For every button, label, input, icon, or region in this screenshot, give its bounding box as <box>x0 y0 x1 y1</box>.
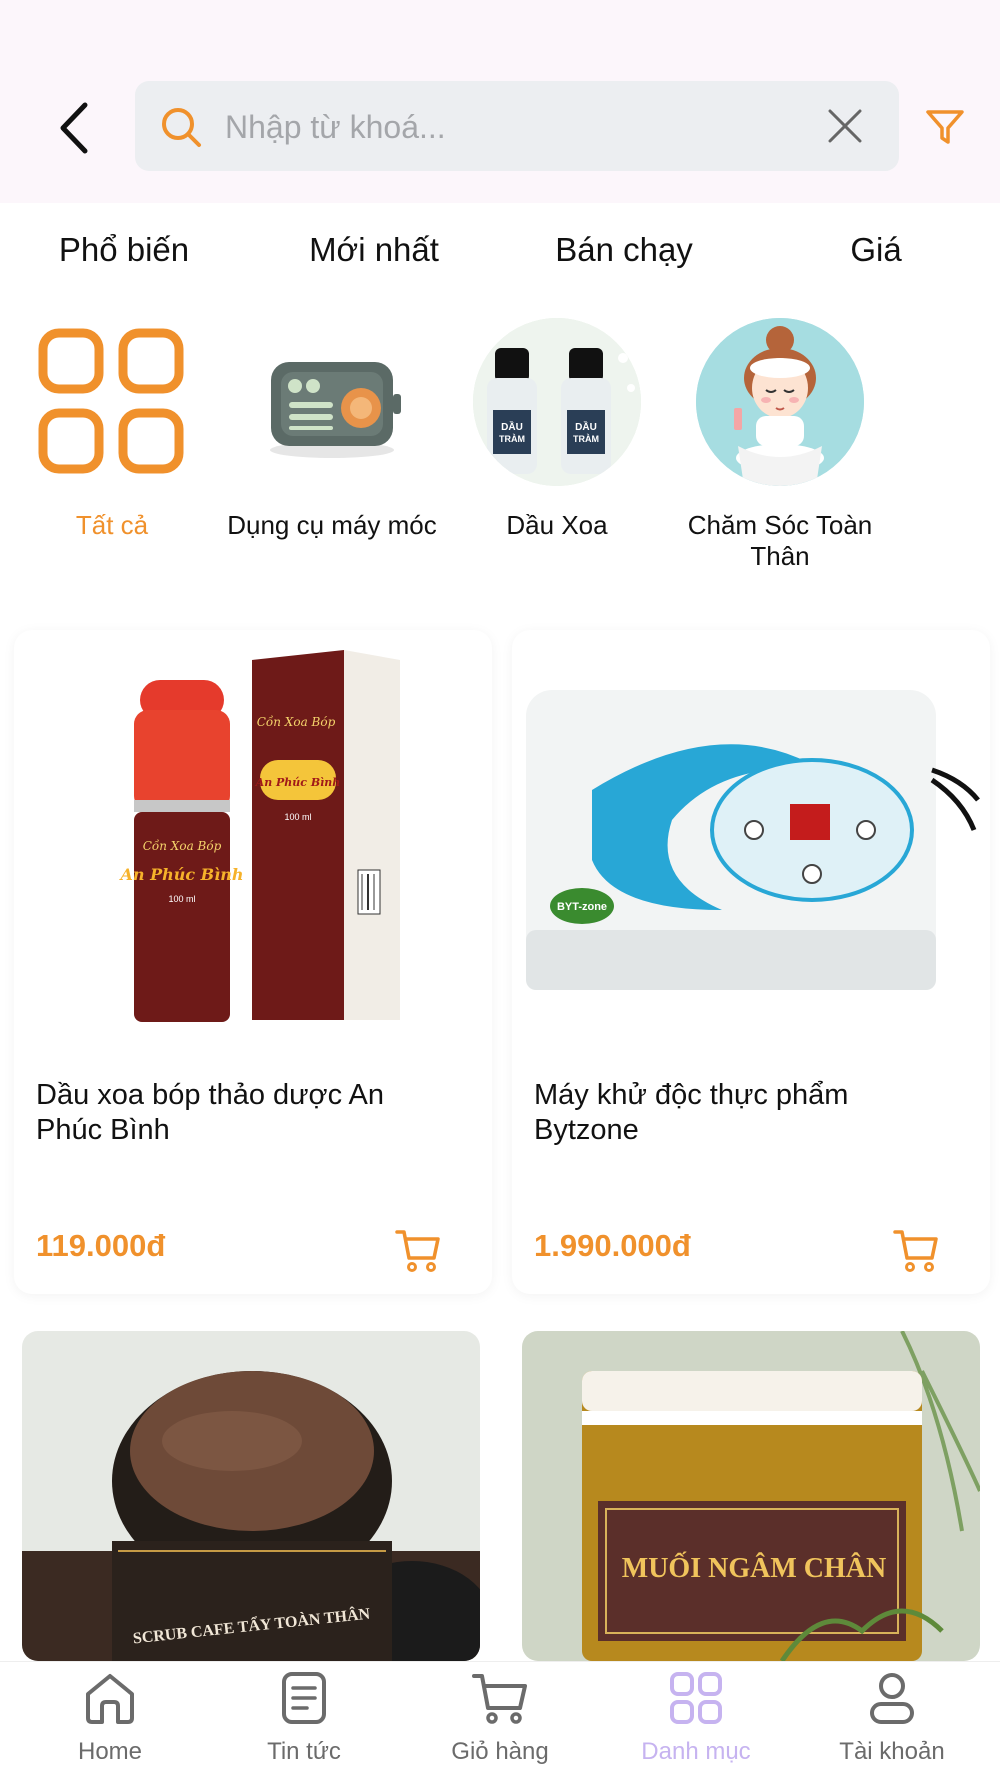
product-price: 1.990.000đ <box>534 1228 691 1263</box>
add-to-cart-icon[interactable] <box>892 1226 940 1274</box>
svg-text:DẦU: DẦU <box>501 420 523 433</box>
category-label: Chăm Sóc Toàn Thân <box>687 510 873 571</box>
nav-home[interactable]: Home <box>12 1662 208 1779</box>
oil-bottles-icon: DẦU TRÀM DẦU TRÀM <box>473 318 641 486</box>
category-massage-oil[interactable]: DẦU TRÀM DẦU TRÀM Dầu Xoa <box>447 318 667 541</box>
search-bar[interactable] <box>135 81 899 173</box>
tab-price[interactable]: Giá <box>850 210 901 290</box>
product-image-volume: 100 ml <box>168 894 195 904</box>
nav-label: Home <box>77 1738 143 1765</box>
tab-newest[interactable]: Mới nhất <box>309 210 439 290</box>
sort-tabs: Phổ biến Mới nhất Bán chạy Giá <box>0 210 1000 290</box>
category-tools[interactable]: Dụng cụ máy móc <box>222 318 442 541</box>
chevron-left-icon <box>60 102 88 154</box>
nav-category[interactable]: Danh mục <box>598 1662 794 1779</box>
tab-popular[interactable]: Phổ biến <box>59 210 189 290</box>
product-image: MUỐI NGÂM CHÂN <box>522 1331 980 1661</box>
category-icon <box>670 1672 722 1724</box>
search-icon <box>162 108 201 147</box>
nav-label: Tin tức <box>267 1738 341 1765</box>
nav-label: Danh mục <box>641 1738 751 1765</box>
product-card[interactable]: MUỐI NGÂM CHÂN <box>522 1331 980 1661</box>
face-care-icon <box>696 318 864 486</box>
product-image-subtext: Cồn Xoa Bóp <box>257 714 336 729</box>
status-bar <box>0 0 1000 60</box>
product-image: SCRUB CAFE TẨY TOÀN THÂN <box>22 1331 480 1661</box>
news-icon <box>282 1672 326 1724</box>
home-icon <box>86 1674 134 1724</box>
category-label: Dầu Xoa <box>506 510 608 540</box>
product-price: 119.000đ <box>36 1228 166 1263</box>
category-label: Dụng cụ máy móc <box>227 510 437 540</box>
category-label: Tất cả <box>75 510 149 540</box>
product-image-text: An Phúc Bình <box>118 865 243 884</box>
nav-news[interactable]: Tin tức <box>206 1662 402 1779</box>
close-icon[interactable] <box>825 106 865 146</box>
nav-account[interactable]: Tài khoản <box>794 1662 990 1779</box>
svg-text:DẦU: DẦU <box>575 420 597 433</box>
add-to-cart-icon[interactable] <box>394 1226 442 1274</box>
product-card[interactable]: BYT-zone Máy khử độc thực phẩm Bytzone 1… <box>512 630 990 1294</box>
nav-cart[interactable]: Giỏ hàng <box>402 1662 598 1779</box>
account-icon <box>870 1673 914 1724</box>
product-card[interactable]: SCRUB CAFE TẨY TOÀN THÂN <box>22 1331 480 1661</box>
product-name: Máy khử độc thực phẩm Bytzone <box>534 1079 849 1146</box>
product-name: Dầu xoa bóp thảo dược An Phúc Bình <box>36 1079 384 1146</box>
filter-icon[interactable] <box>924 106 966 148</box>
grid-icon <box>28 318 196 486</box>
category-body-care[interactable]: Chăm Sóc Toàn Thân <box>670 318 890 572</box>
product-card[interactable]: Cồn Xoa Bóp An Phúc Bình 100 ml Cồn Xoa … <box>14 630 492 1294</box>
product-image: Cồn Xoa Bóp An Phúc Bình 100 ml Cồn Xoa … <box>24 640 482 1040</box>
svg-text:TRÀM: TRÀM <box>573 434 599 444</box>
nav-label: Tài khoản <box>839 1738 945 1765</box>
cart-icon <box>472 1674 527 1724</box>
product-image-text: BYT-zone <box>557 901 607 913</box>
category-list: Tất cả Dụng cụ máy móc DẦU TRÀM DẦU TRÀM… <box>0 318 1000 588</box>
bottom-navigation: Home Tin tức Giỏ hàng Danh mục Tài khoản <box>0 1661 1000 1779</box>
product-image-text: MUỐI NGÂM CHÂN <box>622 1552 886 1584</box>
back-button[interactable] <box>48 98 100 158</box>
product-image-volume: 100 ml <box>284 812 311 822</box>
product-image: BYT-zone <box>522 680 980 1020</box>
product-image-text: An Phúc Bình <box>255 776 341 789</box>
nav-label: Giỏ hàng <box>451 1738 549 1765</box>
header <box>0 60 1000 203</box>
category-all[interactable]: Tất cả <box>2 318 222 541</box>
search-input[interactable] <box>223 81 787 173</box>
radio-device-icon <box>248 318 416 486</box>
svg-text:TRÀM: TRÀM <box>499 434 525 444</box>
product-image-subtext: Cồn Xoa Bóp <box>143 838 222 853</box>
tab-best-selling[interactable]: Bán chạy <box>555 210 693 290</box>
